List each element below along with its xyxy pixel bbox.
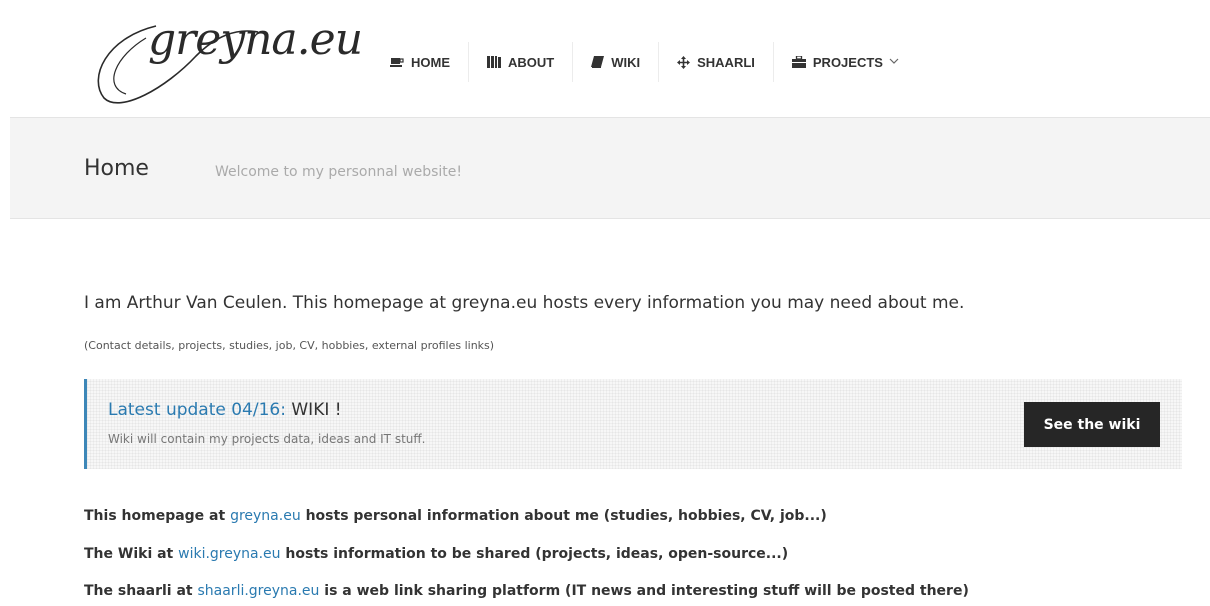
callout-title: Latest update 04/16: WIKI ! (108, 400, 342, 420)
briefcase-icon (791, 56, 806, 68)
info-line-shaarli: The shaarli at shaarli.greyna.eu is a we… (84, 583, 969, 599)
page-title: Home (84, 156, 149, 181)
info-line-suffix: is a web link sharing platform (IT news … (319, 583, 969, 599)
site-logo[interactable]: greyna.eu (86, 8, 363, 108)
info-line-prefix: This homepage at (84, 508, 231, 524)
callout-title-highlight: Latest update 04/16: (108, 400, 286, 420)
books-icon (487, 56, 501, 68)
nav-about[interactable]: ABOUT (469, 42, 574, 82)
info-line-wiki: The Wiki at wiki.greyna.eu hosts informa… (84, 546, 788, 562)
nav-shaarli-label: SHAARLI (697, 54, 755, 70)
greyna-link[interactable]: greyna.eu (230, 508, 301, 524)
update-callout: Latest update 04/16: WIKI ! Wiki will co… (84, 379, 1182, 469)
main-nav: HOME ABOUT WIKI SHAARLI PROJECTS (372, 42, 917, 82)
page-title-bar: Home Welcome to my personnal website! (10, 117, 1210, 219)
nav-projects[interactable]: PROJECTS (774, 42, 917, 82)
logo-text: greyna.eu (148, 14, 363, 65)
info-line-homepage: This homepage at greyna.eu hosts persona… (84, 508, 827, 524)
nav-shaarli[interactable]: SHAARLI (659, 42, 774, 82)
callout-description: Wiki will contain my projects data, idea… (108, 432, 426, 446)
nav-home[interactable]: HOME (372, 42, 469, 82)
intro-subtext: (Contact details, projects, studies, job… (84, 339, 495, 352)
move-arrows-icon (677, 55, 691, 69)
nav-home-label: HOME (411, 54, 450, 70)
nav-wiki-label: WIKI (611, 54, 641, 70)
shaarli-link[interactable]: shaarli.greyna.eu (197, 583, 319, 599)
book-icon (591, 56, 605, 68)
wiki-link[interactable]: wiki.greyna.eu (178, 546, 280, 562)
nav-wiki[interactable]: WIKI (573, 42, 660, 82)
nav-about-label: ABOUT (508, 54, 555, 70)
callout-title-rest: WIKI ! (285, 400, 342, 420)
info-line-prefix: The Wiki at (84, 546, 179, 562)
info-line-suffix: hosts information to be shared (projects… (280, 546, 789, 562)
info-line-prefix: The shaarli at (84, 583, 198, 599)
coffee-icon (390, 56, 404, 68)
page-subtitle: Welcome to my personnal website! (215, 164, 462, 180)
intro-heading: I am Arthur Van Ceulen. This homepage at… (84, 293, 965, 313)
site-header: greyna.eu HOME ABOUT WIKI SHAARLI PROJEC… (0, 0, 1210, 117)
see-wiki-button[interactable]: See the wiki (1024, 402, 1160, 447)
chevron-down-icon (889, 57, 899, 68)
info-line-suffix: hosts personal information about me (stu… (300, 508, 827, 524)
nav-projects-label: PROJECTS (812, 54, 883, 70)
